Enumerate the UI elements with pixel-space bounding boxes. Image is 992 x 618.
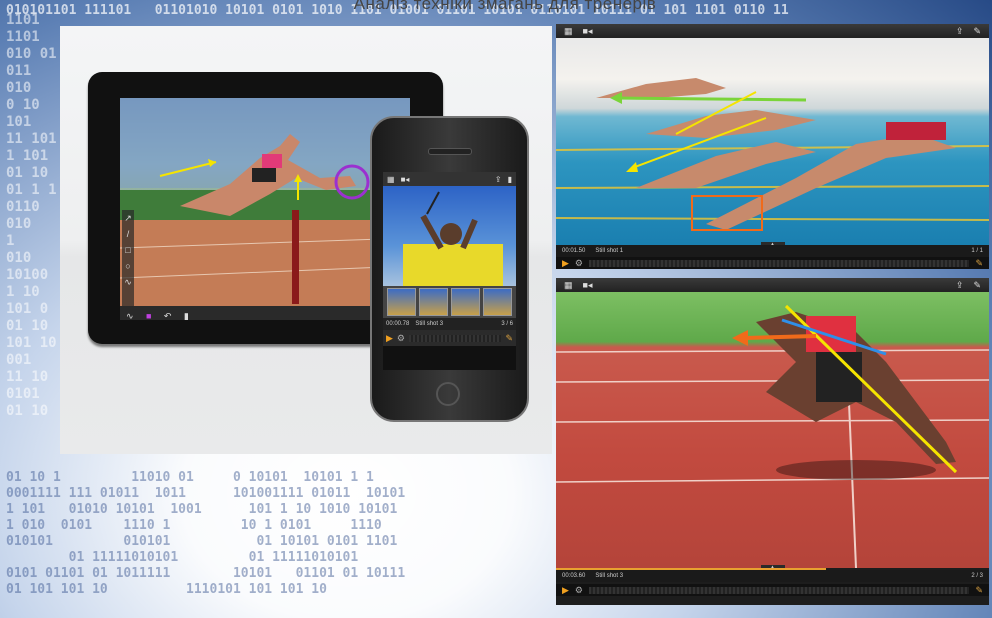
shot-count: 3 / 6 [501,321,513,327]
thumbnail[interactable] [483,288,512,316]
video-toolbar: ▦ ■◂ ⇪ ✎ [556,24,989,38]
play-icon[interactable]: ▶ [562,258,569,269]
share-icon[interactable]: ⇪ [495,175,502,184]
video-panel-swimming: ▦ ■◂ ⇪ ✎ ▲ 00:01.50 Sti [556,24,989,269]
curve-tool-icon[interactable]: ∿ [126,311,134,320]
note-icon[interactable]: ✎ [505,333,513,344]
video-playbar: ▶ ⚙ ✎ [556,584,989,596]
color-swatch-icon[interactable]: ■ [146,311,151,320]
shot-label: Still shot 3 [595,573,624,579]
shot-label: Still shot 1 [595,248,624,254]
iphone-device: ▦ ■◂ ⇪ ▮ 00:00.78 Still shot 3 3 / 6 ▶ ⚙… [370,116,529,422]
tennis-photo [383,186,516,286]
video-status-bar: 00:03.60 Still shot 3 2 / 3 [556,570,989,582]
video-playbar: ▶ ⚙ ✎ [556,257,989,269]
play-icon[interactable]: ▶ [386,333,393,344]
share-icon[interactable]: ⇪ [956,280,964,291]
iphone-playbar: ▶ ⚙ ✎ [383,330,516,346]
iphone-speaker [428,148,472,155]
annotation-arrow [745,334,817,340]
note-icon[interactable]: ✎ [975,585,983,596]
rectangle-tool-icon[interactable]: □ [122,242,134,258]
grid-icon[interactable]: ▦ [564,280,573,291]
binary-pattern-bottom: 01 10 1 11010 01 0 10101 10101 1 1 00011… [6,470,406,597]
video-panel-sprint: ▦ ■◂ ⇪ ✎ ▲ 00:03.60 Still s [556,278,989,605]
gear-icon[interactable]: ⚙ [575,585,583,596]
ipad-bottom-toolbar: ∿ ■ ↶ ▮ [120,306,410,320]
video-status-bar: 00:01.50 Still shot 1 1 / 1 [556,245,989,257]
circle-tool-icon[interactable]: ○ [122,258,134,274]
timestamp: 00:01.50 [562,248,586,254]
thumbnail[interactable] [387,288,416,316]
device-showcase: ↗ / □ ○ ∿ ∿ ■ ↶ ▮ ▦ ■◂ ⇪ ▮ 00:00.78 Stil… [60,26,552,454]
pencil-icon[interactable]: ✎ [973,280,981,291]
binary-pattern-left: 1101 1101 010 01 011 010 0 10 101 11 101… [6,12,57,419]
iphone-status-bar: 00:00.78 Still shot 3 3 / 6 [383,318,516,330]
scrubber[interactable] [589,586,970,594]
annotation-line [615,96,807,102]
note-icon[interactable]: ✎ [975,258,983,269]
shot-count: 2 / 3 [971,573,983,579]
home-button[interactable] [436,382,460,406]
arrow-tool-icon[interactable]: ↗ [122,210,134,226]
camera-icon[interactable]: ■◂ [583,280,593,291]
trash-icon[interactable]: ▮ [184,311,189,320]
gear-icon[interactable]: ⚙ [575,258,583,269]
iphone-screen: ▦ ■◂ ⇪ ▮ 00:00.78 Still shot 3 3 / 6 ▶ ⚙… [383,172,516,370]
thumbnail[interactable] [451,288,480,316]
gear-icon[interactable]: ⚙ [397,333,405,344]
timestamp: 00:03.60 [562,573,586,579]
grid-icon[interactable]: ▦ [387,175,395,184]
video-toolbar: ▦ ■◂ ⇪ ✎ [556,278,989,292]
undo-icon[interactable]: ↶ [164,311,172,320]
sprint-photo [556,292,989,569]
shot-label: Still shot 3 [415,321,444,327]
ipad-screen: ↗ / □ ○ ∿ ∿ ■ ↶ ▮ [120,98,410,320]
freehand-tool-icon[interactable]: ∿ [122,274,134,290]
camera-icon[interactable]: ■◂ [401,175,410,184]
drawing-tools: ↗ / □ ○ ∿ [122,210,134,306]
play-icon[interactable]: ▶ [562,585,569,596]
pencil-icon[interactable]: ✎ [973,26,981,37]
timestamp: 00:00.78 [386,321,410,327]
camera-icon[interactable]: ■◂ [583,26,593,37]
trash-icon[interactable]: ▮ [508,175,512,184]
scrubber[interactable] [409,334,502,342]
swimming-photo [556,38,989,245]
slide-caption: Аналіз техніки змагань для тренерів [353,0,657,13]
line-tool-icon[interactable]: / [122,226,134,242]
share-icon[interactable]: ⇪ [956,26,964,37]
thumbnail-strip [383,286,516,318]
thumbnail[interactable] [419,288,448,316]
iphone-toolbar: ▦ ■◂ ⇪ ▮ [383,172,516,186]
scrubber[interactable] [589,259,970,267]
hurdler-photo [120,98,410,320]
grid-icon[interactable]: ▦ [564,26,573,37]
shot-count: 1 / 1 [971,248,983,254]
